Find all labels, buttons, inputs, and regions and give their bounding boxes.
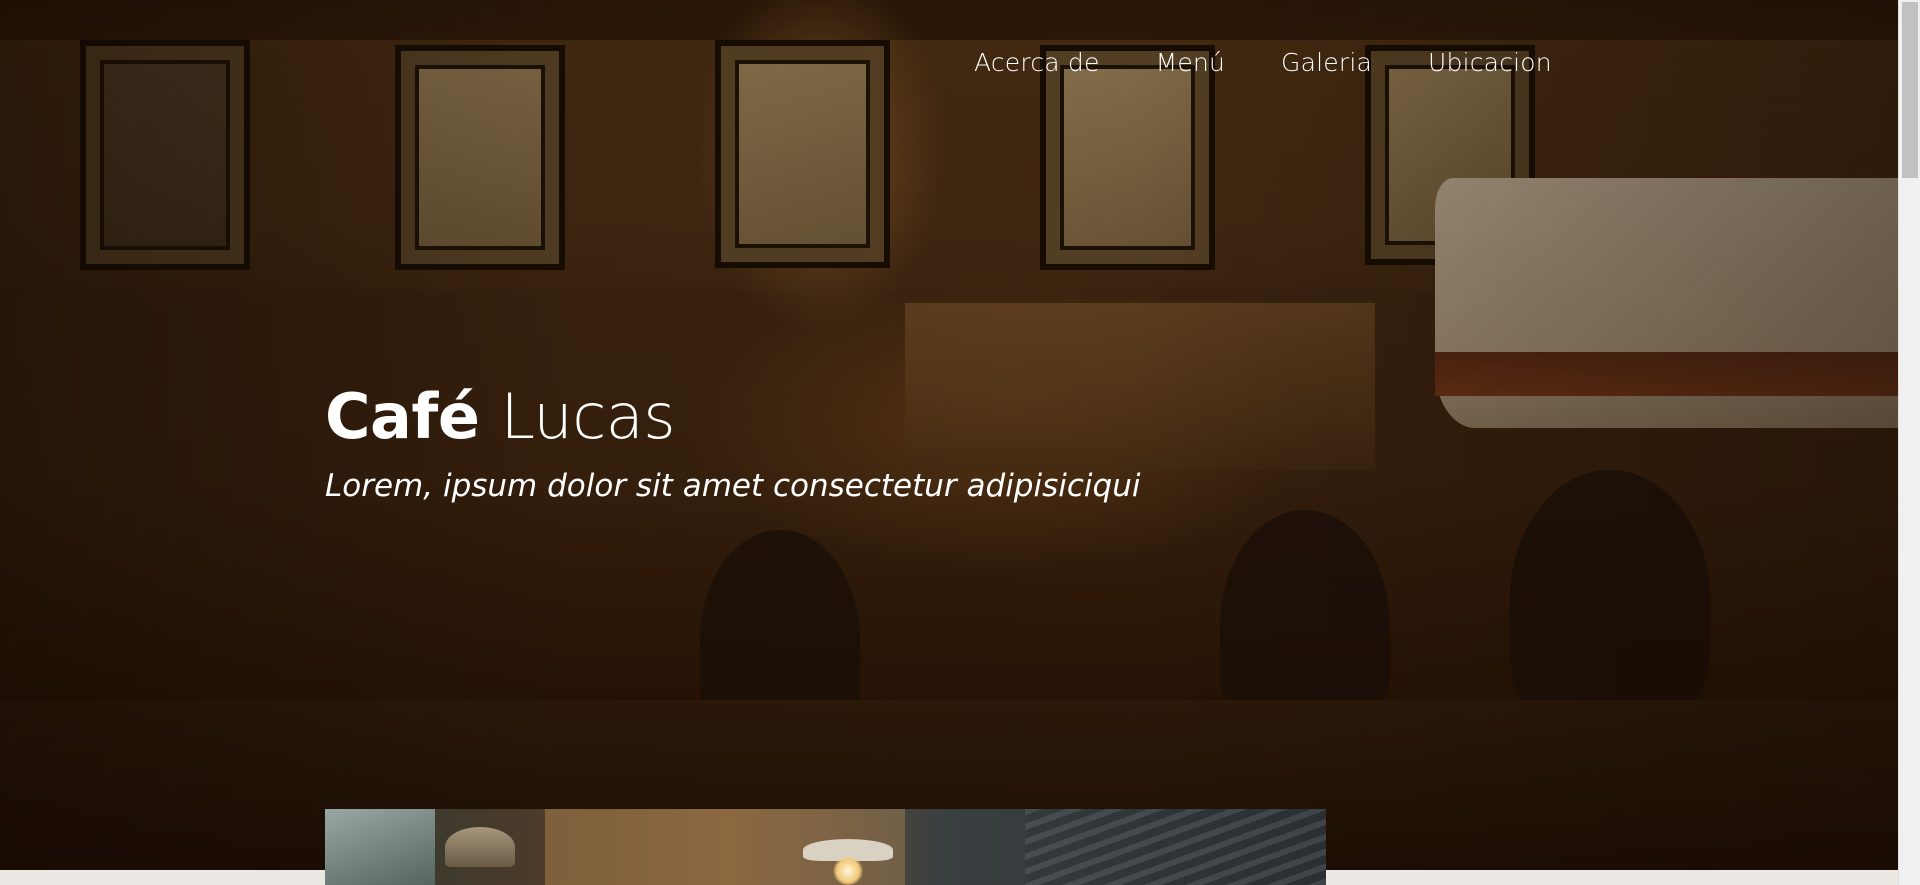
nav-link-galeria[interactable]: Galeria <box>1281 46 1372 80</box>
nav-link-acerca[interactable]: Acerca de <box>974 46 1100 80</box>
hero-tagline: Lorem, ipsum dolor sit amet consectetur … <box>325 468 1141 504</box>
scrollbar-thumb[interactable] <box>1902 2 1918 178</box>
hero-section: Acerca de Menú Galeria Ubicacion Café Lu… <box>0 0 1898 870</box>
hero-text: Café Lucas Lorem, ipsum dolor sit amet c… <box>325 378 1140 506</box>
page: Acerca de Menú Galeria Ubicacion Café Lu… <box>0 0 1898 885</box>
vertical-scrollbar[interactable] <box>1898 0 1920 885</box>
nav-link-menu[interactable]: Menú <box>1156 46 1225 80</box>
main-nav: Acerca de Menú Galeria Ubicacion <box>974 46 1608 80</box>
site-title: Café Lucas <box>325 378 1140 456</box>
site-title-light: Lucas <box>500 380 676 453</box>
nav-link-ubicacion[interactable]: Ubicacion <box>1428 46 1552 80</box>
site-title-bold: Café <box>325 380 480 453</box>
featured-image <box>325 809 1326 885</box>
lamp-icon <box>445 827 515 867</box>
